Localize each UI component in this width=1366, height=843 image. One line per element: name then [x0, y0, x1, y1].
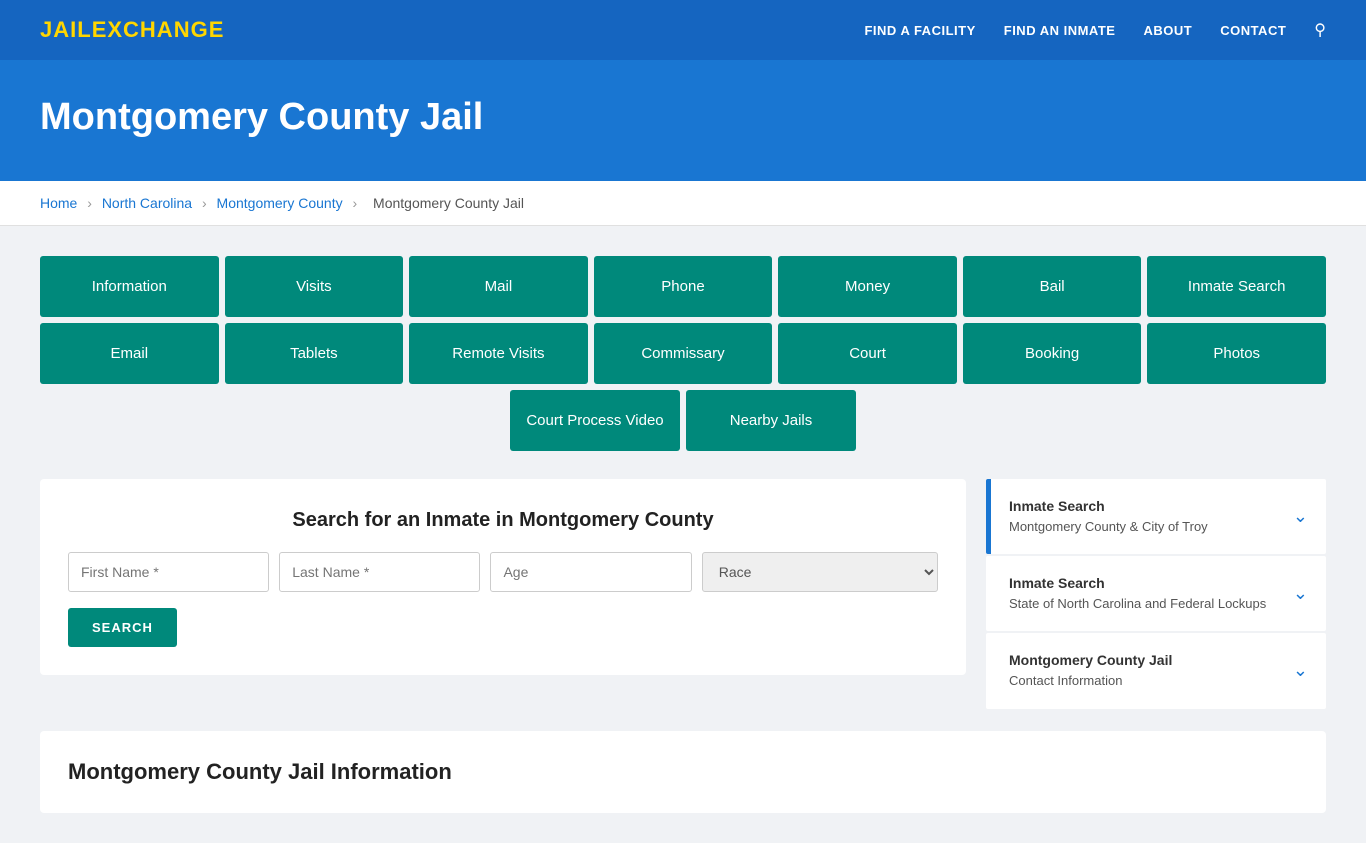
- search-button[interactable]: SEARCH: [68, 608, 177, 647]
- page-title: Montgomery County Jail: [40, 96, 1326, 139]
- search-fields: Race: [68, 552, 938, 592]
- breadcrumb-sep2: ›: [202, 195, 207, 211]
- btn-row2-4[interactable]: Court: [778, 323, 957, 384]
- search-title: Search for an Inmate in Montgomery Count…: [68, 509, 938, 532]
- nav-find-facility[interactable]: FIND A FACILITY: [864, 23, 975, 38]
- chevron-icon-2: ⌄: [1293, 583, 1308, 604]
- buttons-row2: EmailTabletsRemote VisitsCommissaryCourt…: [40, 323, 1326, 384]
- breadcrumb-sep3: ›: [352, 195, 357, 211]
- buttons-row3: Court Process VideoNearby Jails: [40, 390, 1326, 451]
- logo-jail: JAIL: [40, 17, 92, 42]
- accordion-header-3[interactable]: Montgomery County Jail Contact Informati…: [991, 633, 1326, 708]
- btn-row2-0[interactable]: Email: [40, 323, 219, 384]
- search-panel: Search for an Inmate in Montgomery Count…: [40, 479, 966, 675]
- navbar: JAILEXCHANGE FIND A FACILITY FIND AN INM…: [0, 0, 1366, 60]
- content-area: InformationVisitsMailPhoneMoneyBailInmat…: [0, 226, 1366, 843]
- chevron-icon-1: ⌄: [1293, 506, 1308, 527]
- btn-row1-6[interactable]: Inmate Search: [1147, 256, 1326, 317]
- btn-row2-1[interactable]: Tablets: [225, 323, 404, 384]
- accordion-title-1: Inmate Search Montgomery County & City o…: [1009, 497, 1208, 536]
- accordion-item-3: Montgomery County Jail Contact Informati…: [986, 633, 1326, 708]
- site-logo[interactable]: JAILEXCHANGE: [40, 17, 224, 43]
- accordion-item-2: Inmate Search State of North Carolina an…: [986, 556, 1326, 631]
- btn-row3-0[interactable]: Court Process Video: [510, 390, 680, 451]
- race-select[interactable]: Race: [702, 552, 938, 592]
- btn-row1-1[interactable]: Visits: [225, 256, 404, 317]
- btn-row1-4[interactable]: Money: [778, 256, 957, 317]
- first-name-input[interactable]: [68, 552, 269, 592]
- logo-exchange: EXCHANGE: [92, 17, 225, 42]
- btn-row2-3[interactable]: Commissary: [594, 323, 773, 384]
- accordion-header-2[interactable]: Inmate Search State of North Carolina an…: [991, 556, 1326, 631]
- btn-row1-0[interactable]: Information: [40, 256, 219, 317]
- accordion-strong-2: Inmate Search: [1009, 574, 1266, 594]
- bottom-title: Montgomery County Jail Information: [68, 759, 1298, 785]
- chevron-icon-3: ⌄: [1293, 660, 1308, 681]
- buttons-row1: InformationVisitsMailPhoneMoneyBailInmat…: [40, 256, 1326, 317]
- nav-links: FIND A FACILITY FIND AN INMATE ABOUT CON…: [864, 20, 1326, 40]
- btn-row3-1[interactable]: Nearby Jails: [686, 390, 856, 451]
- accordion-title-3: Montgomery County Jail Contact Informati…: [1009, 651, 1172, 690]
- breadcrumb-home[interactable]: Home: [40, 195, 77, 211]
- accordion-header-1[interactable]: Inmate Search Montgomery County & City o…: [991, 479, 1326, 554]
- nav-find-inmate[interactable]: FIND AN INMATE: [1004, 23, 1116, 38]
- last-name-input[interactable]: [279, 552, 480, 592]
- accordion-strong-1: Inmate Search: [1009, 497, 1208, 517]
- accordion-item-1: Inmate Search Montgomery County & City o…: [986, 479, 1326, 554]
- breadcrumb: Home › North Carolina › Montgomery Count…: [0, 181, 1366, 226]
- nav-contact[interactable]: CONTACT: [1220, 23, 1286, 38]
- btn-row1-3[interactable]: Phone: [594, 256, 773, 317]
- two-col-layout: Search for an Inmate in Montgomery Count…: [40, 479, 1326, 711]
- accordion-strong-3: Montgomery County Jail: [1009, 651, 1172, 671]
- breadcrumb-sep1: ›: [87, 195, 92, 211]
- search-icon[interactable]: ⚲: [1314, 20, 1326, 40]
- accordion-title-2: Inmate Search State of North Carolina an…: [1009, 574, 1266, 613]
- breadcrumb-nc[interactable]: North Carolina: [102, 195, 192, 211]
- btn-row1-5[interactable]: Bail: [963, 256, 1142, 317]
- nav-about[interactable]: ABOUT: [1143, 23, 1192, 38]
- accordion-panel: Inmate Search Montgomery County & City o…: [986, 479, 1326, 711]
- btn-row2-6[interactable]: Photos: [1147, 323, 1326, 384]
- btn-row1-2[interactable]: Mail: [409, 256, 588, 317]
- bottom-section: Montgomery County Jail Information: [40, 731, 1326, 813]
- accordion-sub-2: State of North Carolina and Federal Lock…: [1009, 596, 1266, 611]
- btn-row2-5[interactable]: Booking: [963, 323, 1142, 384]
- btn-row2-2[interactable]: Remote Visits: [409, 323, 588, 384]
- age-input[interactable]: [490, 552, 691, 592]
- breadcrumb-current: Montgomery County Jail: [373, 195, 524, 211]
- accordion-sub-1: Montgomery County & City of Troy: [1009, 519, 1208, 534]
- hero-section: Montgomery County Jail: [0, 60, 1366, 181]
- breadcrumb-mc[interactable]: Montgomery County: [217, 195, 343, 211]
- accordion-sub-3: Contact Information: [1009, 673, 1122, 688]
